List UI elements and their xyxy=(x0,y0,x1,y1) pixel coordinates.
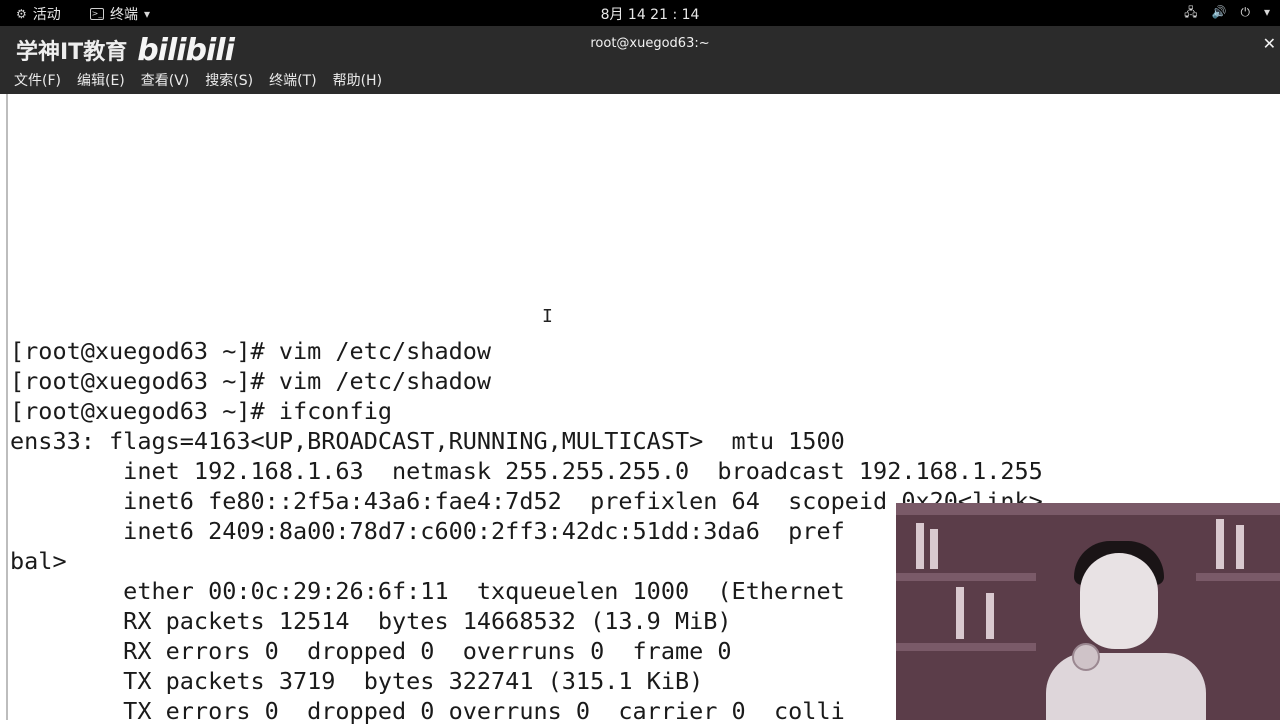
book xyxy=(1216,519,1224,569)
bookshelf xyxy=(1196,573,1280,581)
terminal-line: TX packets 3719 bytes 322741 (315.1 KiB) xyxy=(10,667,704,695)
bookshelf xyxy=(896,643,1036,651)
system-tray[interactable]: 🖧 🔊 ⏻ ▾ xyxy=(1184,4,1270,20)
presenter-face xyxy=(1080,553,1158,649)
terminal-line: RX packets 12514 bytes 14668532 (13.9 Mi… xyxy=(10,607,732,635)
top-bar: ⚙ 活动 >_ 终端 ▾ 8月 14 21 : 14 🖧 🔊 ⏻ ▾ xyxy=(0,0,1280,26)
clock[interactable]: 8月 14 21 : 14 xyxy=(0,4,1280,24)
close-icon[interactable]: ✕ xyxy=(1263,34,1276,53)
webcam-overlay xyxy=(896,503,1280,720)
ibeam-cursor-icon: I xyxy=(542,306,553,327)
menu-edit[interactable]: 编辑(E) xyxy=(77,70,125,90)
book xyxy=(916,523,924,569)
terminal-line: ether 00:0c:29:26:6f:11 txqueuelen 1000 … xyxy=(10,577,845,605)
menu-bar: 文件(F) 编辑(E) 查看(V) 搜索(S) 终端(T) 帮助(H) xyxy=(14,70,382,90)
menu-file[interactable]: 文件(F) xyxy=(14,70,61,90)
volume-icon[interactable]: 🔊 xyxy=(1212,4,1227,20)
bookshelf xyxy=(896,573,1036,581)
book xyxy=(956,587,964,639)
terminal-line: TX errors 0 dropped 0 overruns 0 carrier… xyxy=(10,697,845,725)
microphone-icon xyxy=(1072,643,1100,671)
book xyxy=(986,593,994,639)
book xyxy=(1236,525,1244,569)
bookshelf xyxy=(896,503,1280,515)
terminal-line: inet 192.168.1.63 netmask 255.255.255.0 … xyxy=(10,457,1043,485)
window-title: root@xuegod63:~ xyxy=(590,36,710,51)
presenter-body xyxy=(1046,653,1206,720)
terminal-line: inet6 2409:8a00:78d7:c600:2ff3:42dc:51dd… xyxy=(10,517,845,545)
menu-search[interactable]: 搜索(S) xyxy=(205,70,253,90)
terminal-line: [root@xuegod63 ~]# ifconfig xyxy=(10,397,393,425)
power-icon[interactable]: ⏻ xyxy=(1240,4,1250,20)
chevron-down-icon[interactable]: ▾ xyxy=(1264,4,1270,20)
terminal-output: [root@xuegod63 ~]# vim /etc/shadow [root@… xyxy=(10,336,1043,726)
terminal-line: bal> xyxy=(10,547,67,575)
menu-help[interactable]: 帮助(H) xyxy=(333,70,382,90)
network-icon[interactable]: 🖧 xyxy=(1184,4,1197,20)
window-titlebar: 学神IT教育 bilibili root@xuegod63:~ ✕ 文件(F) … xyxy=(0,26,1280,94)
menu-terminal[interactable]: 终端(T) xyxy=(269,70,316,90)
terminal-line: RX errors 0 dropped 0 overruns 0 frame 0 xyxy=(10,637,732,665)
terminal-line: [root@xuegod63 ~]# vim /etc/shadow xyxy=(10,367,492,395)
terminal-line: inet6 fe80::2f5a:43a6:fae4:7d52 prefixle… xyxy=(10,487,1043,515)
terminal-line: ens33: flags=4163<UP,BROADCAST,RUNNING,M… xyxy=(10,427,845,455)
menu-view[interactable]: 查看(V) xyxy=(141,70,190,90)
terminal-line: [root@xuegod63 ~]# vim /etc/shadow xyxy=(10,337,492,365)
book xyxy=(930,529,938,569)
